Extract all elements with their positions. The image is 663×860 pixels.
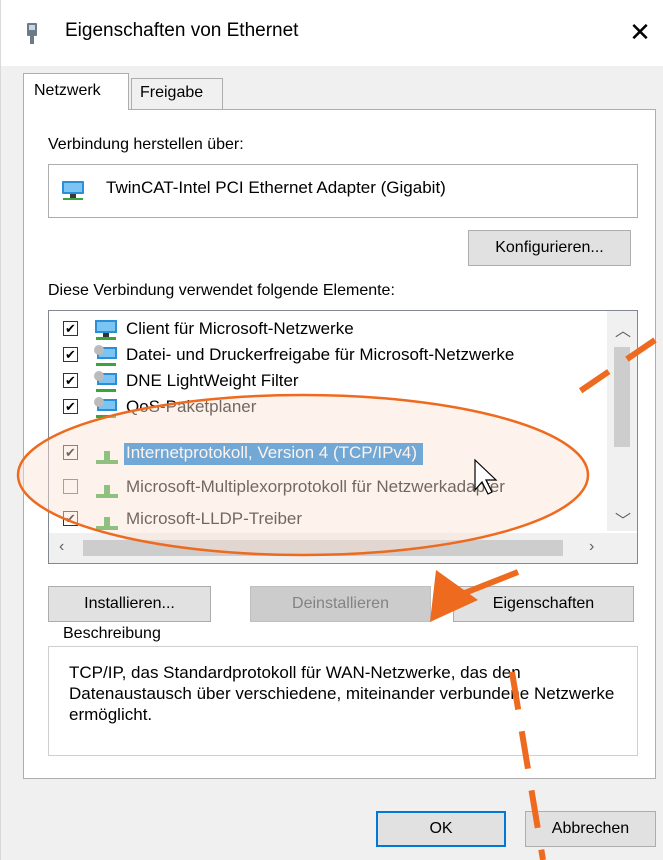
checkbox[interactable]: ✔ (63, 511, 78, 526)
scroll-right-icon[interactable]: › (589, 538, 594, 556)
list-item-label: DNE LightWeight Filter (126, 371, 299, 390)
properties-dialog: Eigenschaften von Ethernet ✕ Netzwerk Fr… (0, 0, 663, 860)
network-client-icon (95, 320, 117, 340)
checkbox[interactable]: ✔ (63, 373, 78, 388)
elements-label: Diese Verbindung verwendet folgende Elem… (48, 282, 395, 299)
list-item-selected[interactable]: ✔ Internetprotokoll, Version 4 (TCP/IPv4… (49, 441, 604, 467)
vertical-scrollbar[interactable]: ︿ ﹀ (607, 311, 637, 531)
protocol-icon (96, 517, 118, 530)
ok-button[interactable]: OK (376, 811, 506, 847)
adapter-name: TwinCAT-Intel PCI Ethernet Adapter (Giga… (106, 178, 446, 197)
ethernet-icon (27, 23, 37, 44)
connect-using-label: Verbindung herstellen über: (48, 136, 244, 153)
list-item-label: Internetprotokoll, Version 4 (TCP/IPv4) (124, 443, 424, 465)
cancel-button[interactable]: Abbrechen (525, 811, 656, 847)
elements-list: ✔ Client für Microsoft-Netzwerke ✔ Datei… (48, 310, 638, 564)
tab-freigabe[interactable]: Freigabe (131, 78, 223, 109)
protocol-icon (96, 451, 118, 464)
list-item[interactable]: ✔ Datei- und Druckerfreigabe für Microso… (49, 343, 604, 369)
close-button[interactable]: ✕ (616, 10, 663, 54)
title-bar: Eigenschaften von Ethernet ✕ (1, 0, 663, 66)
list-item-label: Microsoft-LLDP-Treiber (126, 509, 303, 528)
description-legend: Beschreibung (59, 625, 165, 643)
scroll-left-icon[interactable]: ‹ (59, 538, 64, 556)
list-item[interactable]: ✔ Client für Microsoft-Netzwerke (49, 317, 604, 343)
checkbox[interactable]: ✔ (63, 399, 78, 414)
description-text: TCP/IP, das Standardprotokoll für WAN-Ne… (69, 663, 615, 724)
scroll-up-icon[interactable]: ︿ (615, 317, 631, 341)
checkbox[interactable]: ✔ (63, 347, 78, 362)
network-service-icon (94, 371, 117, 392)
window-title: Eigenschaften von Ethernet (65, 20, 299, 41)
list-item[interactable]: ✔ Microsoft-LLDP-Treiber (49, 507, 604, 533)
protocol-icon (96, 485, 118, 498)
tab-netzwerk[interactable]: Netzwerk (23, 73, 129, 110)
network-service-icon (94, 345, 117, 366)
scroll-down-icon[interactable]: ﹀ (615, 507, 631, 531)
properties-button[interactable]: Eigenschaften (453, 586, 634, 622)
list-item-label: Datei- und Druckerfreigabe für Microsoft… (126, 345, 515, 364)
list-item-label: Client für Microsoft-Netzwerke (126, 319, 354, 338)
list-item-label: QoS-Paketplaner (126, 397, 257, 416)
scroll-thumb[interactable] (614, 347, 630, 447)
scroll-thumb[interactable] (83, 540, 563, 556)
install-button[interactable]: Installieren... (48, 586, 211, 622)
list-item[interactable]: ✔ QoS-Paketplaner (49, 395, 604, 421)
checkbox[interactable]: ✔ (63, 445, 78, 460)
checkbox[interactable]: ✔ (63, 321, 78, 336)
uninstall-button[interactable]: Deinstallieren (250, 586, 431, 622)
list-item[interactable]: ✔ DNE LightWeight Filter (49, 369, 604, 395)
adapter-field: TwinCAT-Intel PCI Ethernet Adapter (Giga… (48, 164, 638, 218)
checkbox[interactable] (63, 479, 78, 494)
list-item[interactable]: Microsoft-Multiplexorprotokoll für Netzw… (49, 475, 604, 501)
horizontal-scrollbar[interactable]: ‹ › (49, 533, 637, 563)
configure-button[interactable]: Konfigurieren... (468, 230, 631, 266)
list-item-label: Microsoft-Multiplexorprotokoll für Netzw… (126, 477, 505, 496)
network-adapter-icon (62, 181, 84, 200)
network-service-icon (94, 397, 117, 418)
